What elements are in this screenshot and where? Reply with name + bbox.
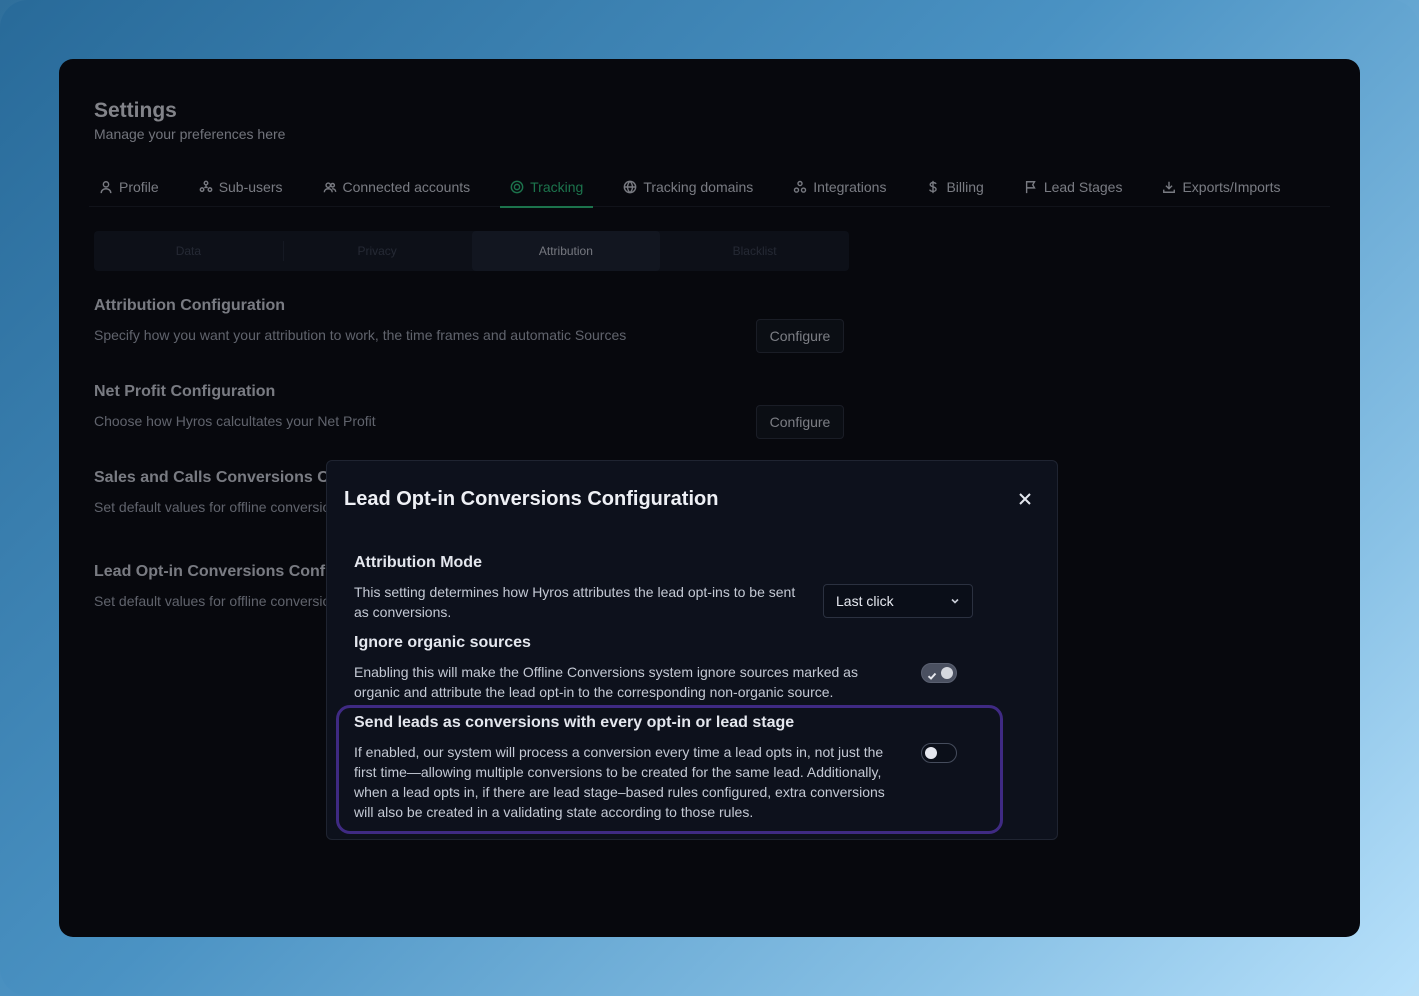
ignore-organic-desc: Enabling this will make the Offline Conv… — [354, 664, 858, 700]
users-icon — [323, 182, 336, 193]
toggle-knob — [941, 667, 953, 679]
dollar-icon — [929, 180, 938, 194]
download-icon — [1163, 181, 1176, 193]
section-desc: Specify how you want your attribution to… — [94, 327, 627, 343]
tracking-subtabs: Data Privacy Attribution Blacklist — [94, 231, 849, 271]
user-icon — [100, 181, 112, 194]
section-desc: Choose how Hyros calcultates your Net Pr… — [94, 413, 376, 429]
subtab-data[interactable]: Data — [94, 231, 283, 271]
section-title: Attribution Configuration — [94, 297, 286, 314]
tab-billing[interactable]: Billing — [916, 167, 993, 207]
close-icon — [1019, 493, 1031, 505]
ignore-organic-title: Ignore organic sources — [354, 634, 531, 651]
close-button[interactable] — [1015, 489, 1035, 509]
attribution-mode-desc: This setting determines how Hyros attrib… — [354, 584, 796, 620]
tab-integrations[interactable]: Integrations — [783, 167, 896, 207]
net-profit-configure-button[interactable]: Configure — [756, 405, 844, 439]
check-icon — [927, 668, 937, 680]
attribution-configure-button[interactable]: Configure — [756, 319, 844, 353]
tab-tracking[interactable]: Tracking — [500, 167, 594, 208]
page-title: Settings — [94, 99, 177, 122]
tab-label: Billing — [946, 179, 984, 195]
send-leads-toggle[interactable] — [921, 743, 957, 763]
subtab-blacklist[interactable]: Blacklist — [660, 231, 849, 271]
settings-tabs: Profile Sub-users Connected accounts Tra… — [89, 167, 1330, 208]
tab-connected-accounts[interactable]: Connected accounts — [313, 167, 481, 207]
attribution-mode-select[interactable]: Last click — [823, 584, 973, 618]
page-subtitle: Manage your preferences here — [94, 126, 286, 142]
modal-title: Lead Opt-in Conversions Configuration — [344, 488, 719, 510]
lead-optin-config-modal: Lead Opt-in Conversions Configuration At… — [326, 460, 1058, 840]
globe-icon — [623, 180, 637, 194]
sub-users-icon — [199, 180, 213, 193]
tab-tracking-domains[interactable]: Tracking domains — [613, 167, 763, 207]
tab-label: Sub-users — [218, 179, 283, 195]
select-value: Last click — [836, 593, 894, 609]
target-icon — [510, 180, 524, 194]
tab-label: Tracking — [530, 179, 584, 195]
integrations-icon — [794, 180, 807, 193]
tab-label: Tracking domains — [643, 179, 754, 195]
chevron-down-icon — [951, 598, 959, 604]
attribution-mode-title: Attribution Mode — [354, 554, 482, 571]
tab-label: Connected accounts — [342, 179, 471, 195]
send-leads-desc: If enabled, our system will process a co… — [354, 744, 885, 820]
ignore-organic-toggle[interactable] — [921, 663, 957, 683]
tab-lead-stages[interactable]: Lead Stages — [1014, 167, 1133, 207]
tab-label: Lead Stages — [1043, 179, 1123, 195]
tab-label: Profile — [119, 179, 159, 195]
tab-profile[interactable]: Profile — [89, 167, 169, 207]
section-title: Net Profit Configuration — [94, 383, 276, 400]
subtab-attribution[interactable]: Attribution — [471, 231, 661, 271]
net-profit-config-section: Net Profit Configuration Choose how Hyro… — [94, 383, 854, 429]
tab-sub-users[interactable]: Sub-users — [189, 167, 293, 207]
attribution-config-section: Attribution Configuration Specify how yo… — [94, 297, 854, 343]
tab-label: Exports/Imports — [1182, 179, 1281, 195]
flag-icon — [1025, 181, 1036, 194]
tab-label: Integrations — [813, 179, 887, 195]
tab-exports-imports[interactable]: Exports/Imports — [1152, 167, 1290, 207]
toggle-knob — [925, 747, 937, 759]
send-leads-title: Send leads as conversions with every opt… — [354, 714, 795, 731]
subtab-privacy[interactable]: Privacy — [282, 231, 472, 271]
